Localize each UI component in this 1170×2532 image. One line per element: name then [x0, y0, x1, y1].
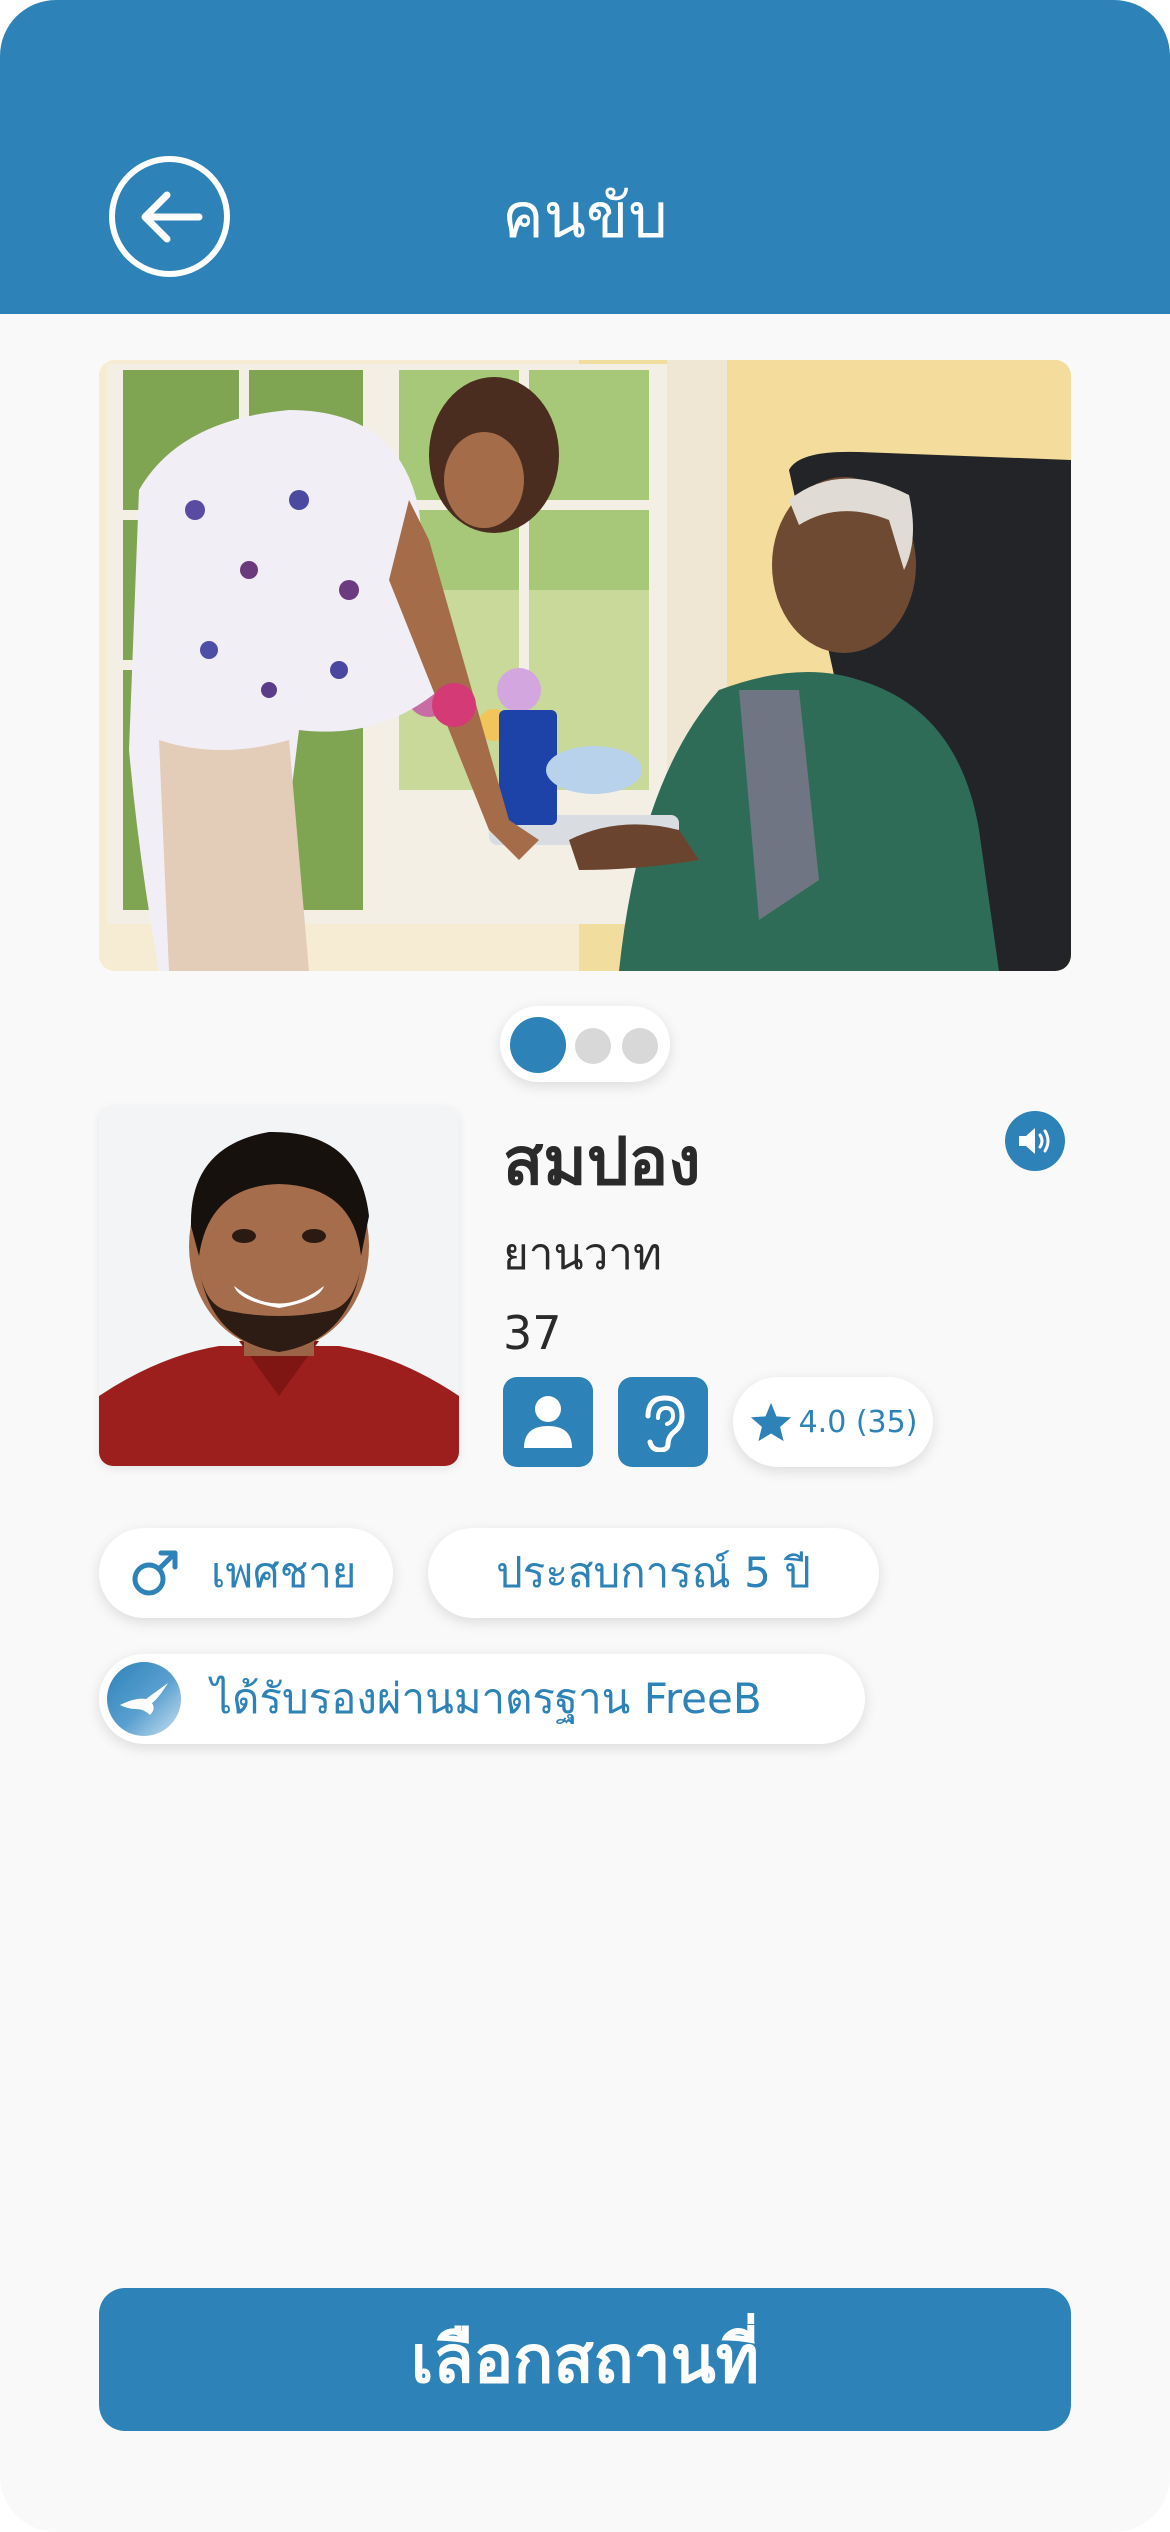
freeb-logo-icon [107, 1662, 181, 1736]
header-bar: คนขับ [0, 0, 1170, 314]
rating-text: 4.0 (35) [798, 1404, 918, 1440]
hearing-ear-icon [645, 1395, 685, 1452]
experience-badge: ประสบการณ์ 5 ปี [428, 1528, 879, 1618]
male-icon [132, 1550, 178, 1596]
select-location-button[interactable]: เลือกสถานที่ [99, 2288, 1071, 2431]
gender-label: เพศชาย [211, 1548, 357, 1597]
certification-label: ได้รับรองผ่านมาตรฐาน FreeB [211, 1674, 762, 1723]
driver-avatar [99, 1106, 459, 1466]
driver-name: สมปอง [503, 1123, 701, 1200]
feature-person[interactable] [503, 1377, 593, 1467]
driver-vehicle: ยานวาท [503, 1229, 662, 1280]
carousel-indicator[interactable] [500, 1006, 670, 1082]
star-icon [750, 1402, 791, 1442]
person-icon [524, 1396, 572, 1448]
driver-profile-screen: คนขับ สมปอง ยานวาท 37 4.0 (35) เพศชาย ปร… [0, 0, 1170, 2532]
speaker-button[interactable] [1005, 1111, 1065, 1171]
carousel-dot[interactable] [575, 1028, 611, 1064]
driver-age: 37 [503, 1306, 562, 1360]
hero-photo[interactable] [99, 360, 1071, 971]
driver-portrait [99, 1106, 459, 1466]
speaker-icon [1019, 1128, 1050, 1154]
feature-hearing[interactable] [618, 1377, 708, 1467]
caregiver-photo [99, 360, 1071, 971]
experience-label: ประสบการณ์ 5 ปี [496, 1548, 811, 1597]
carousel-dot[interactable] [622, 1028, 658, 1064]
gender-badge: เพศชาย [99, 1528, 393, 1618]
certification-badge: ได้รับรองผ่านมาตรฐาน FreeB [99, 1654, 865, 1744]
rating-badge[interactable]: 4.0 (35) [733, 1377, 933, 1467]
page-title: คนขับ [502, 179, 668, 252]
carousel-dot-active[interactable] [510, 1017, 566, 1073]
